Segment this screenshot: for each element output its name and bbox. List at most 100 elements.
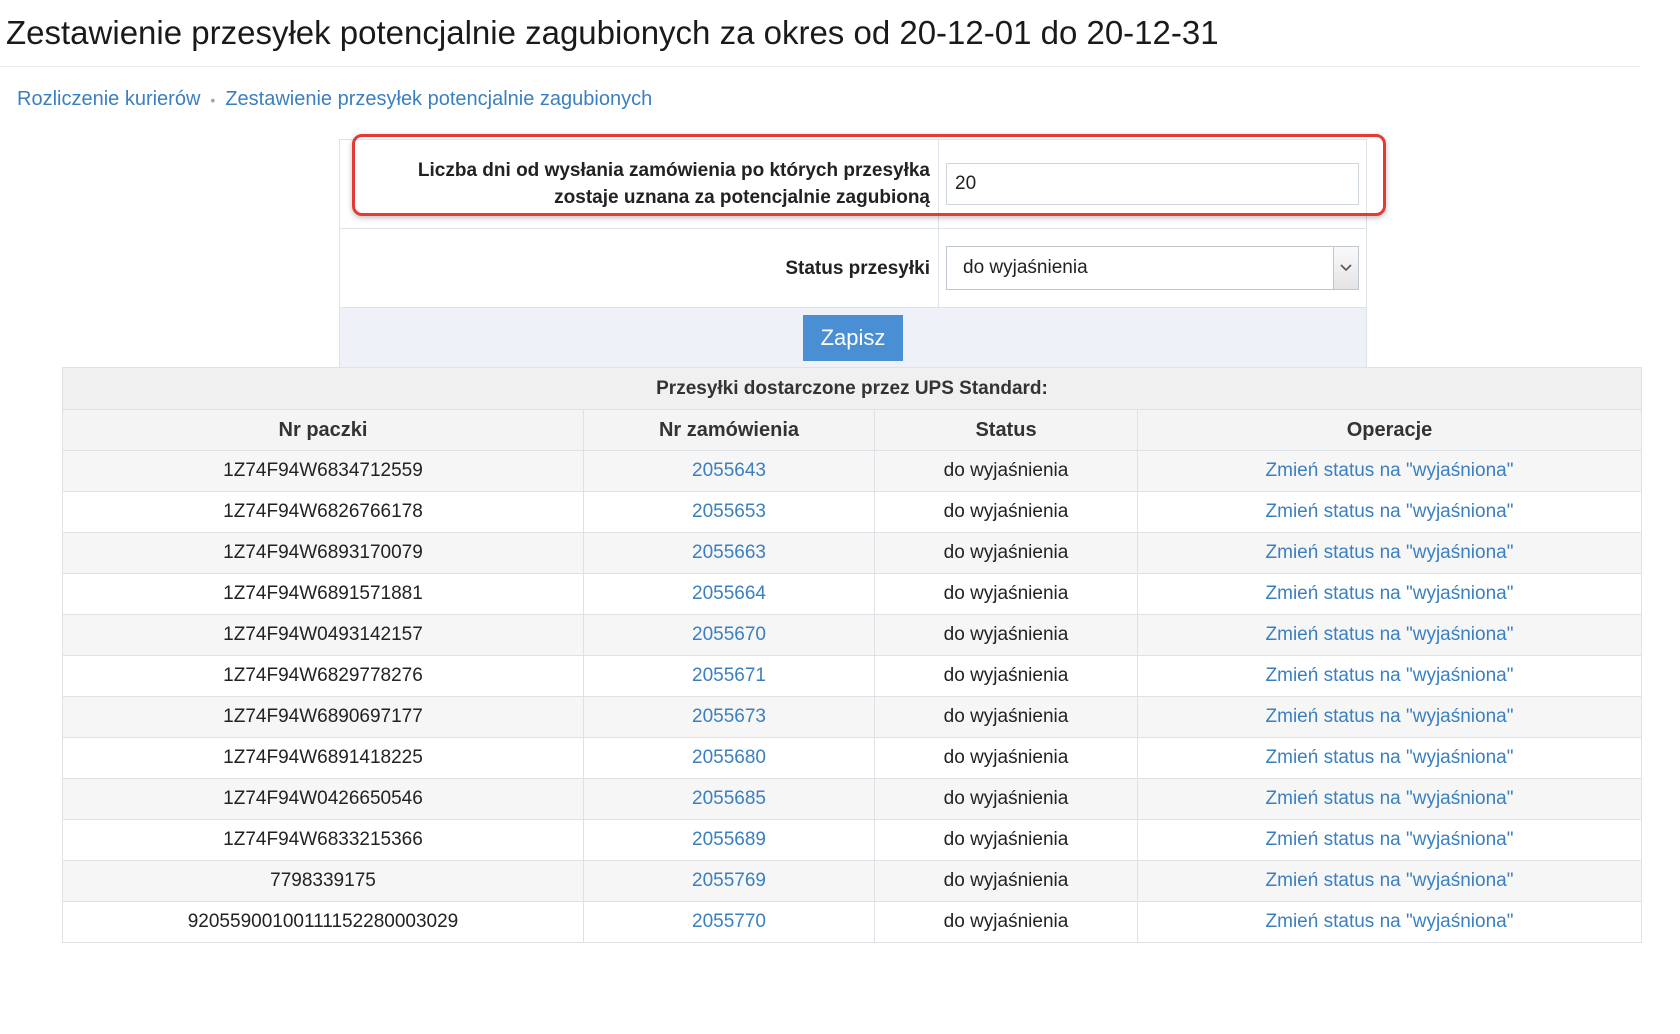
status-select[interactable]: do wyjaśnienia (946, 246, 1359, 290)
breadcrumb-separator: • (210, 91, 216, 108)
days-threshold-label-line2: zostaje uznana za potencjalnie zagubioną (554, 187, 930, 208)
table-row: 1Z74F94W6891571881 2055664 do wyjaśnienia Z… (62, 573, 1642, 615)
change-status-link[interactable]: Zmień status na "wyjaśniona" (1266, 624, 1514, 645)
table-body: 1Z74F94W6834712559 2055643 do wyjaśnienia Z… (62, 450, 1642, 943)
order-number-link[interactable]: 2055663 (692, 542, 766, 563)
package-number-cell: 1Z74F94W6893170079 (62, 532, 584, 574)
save-button[interactable]: Zapisz (802, 315, 904, 361)
order-number-cell: 2055769 (583, 860, 875, 902)
order-number-cell: 2055643 (583, 450, 875, 492)
operations-cell: Zmień status na "wyjaśniona" (1137, 901, 1642, 943)
operations-cell: Zmień status na "wyjaśniona" (1137, 614, 1642, 656)
table-row: 1Z74F94W0493142157 2055670 do wyjaśnienia Z… (62, 614, 1642, 656)
table-row: 1Z74F94W0426650546 2055685 do wyjaśnienia Z… (62, 778, 1642, 820)
order-number-link[interactable]: 2055680 (692, 747, 766, 768)
status-cell: do wyjaśnienia (874, 860, 1138, 902)
breadcrumb-link-courier-settlement[interactable]: Rozliczenie kurierów (17, 88, 200, 111)
settings-form: Liczba dni od wysłania zamówienia po któ… (339, 139, 1367, 369)
order-number-link[interactable]: 2055670 (692, 624, 766, 645)
order-number-link[interactable]: 2055689 (692, 829, 766, 850)
package-number-cell: 1Z74F94W6829778276 (62, 655, 584, 697)
operations-cell: Zmień status na "wyjaśniona" (1137, 819, 1642, 861)
table-row: 1Z74F94W6891418225 2055680 do wyjaśnienia Z… (62, 737, 1642, 779)
order-number-cell: 2055689 (583, 819, 875, 861)
order-number-link[interactable]: 2055643 (692, 460, 766, 481)
page-title: Zestawienie przesyłek potencjalnie zagub… (6, 14, 1219, 51)
table-row: 7798339175 2055769 do wyjaśnienia Zmień sta… (62, 860, 1642, 902)
order-number-link[interactable]: 2055664 (692, 583, 766, 604)
table-row: 1Z74F94W6890697177 2055673 do wyjaśnienia Z… (62, 696, 1642, 738)
column-header-status: Status (874, 409, 1138, 451)
status-cell: do wyjaśnienia (874, 655, 1138, 697)
order-number-cell: 2055663 (583, 532, 875, 574)
status-label: Status przesyłki (339, 228, 939, 308)
status-cell: do wyjaśnienia (874, 491, 1138, 533)
column-header-package: Nr paczki (62, 409, 584, 451)
operations-cell: Zmień status na "wyjaśniona" (1137, 532, 1642, 574)
package-number-cell: 92055900100111152280003029 (62, 901, 584, 943)
operations-cell: Zmień status na "wyjaśniona" (1137, 655, 1642, 697)
change-status-link[interactable]: Zmień status na "wyjaśniona" (1266, 747, 1514, 768)
operations-cell: Zmień status na "wyjaśniona" (1137, 737, 1642, 779)
order-number-link[interactable]: 2055653 (692, 501, 766, 522)
change-status-link[interactable]: Zmień status na "wyjaśniona" (1266, 583, 1514, 604)
change-status-link[interactable]: Zmień status na "wyjaśniona" (1266, 460, 1514, 481)
chevron-down-icon[interactable] (1333, 247, 1358, 289)
table-row: 1Z74F94W6834712559 2055643 do wyjaśnienia Z… (62, 450, 1642, 492)
operations-cell: Zmień status na "wyjaśniona" (1137, 860, 1642, 902)
status-cell: do wyjaśnienia (874, 450, 1138, 492)
order-number-cell: 2055685 (583, 778, 875, 820)
days-threshold-input[interactable] (946, 163, 1359, 205)
package-number-cell: 1Z74F94W6890697177 (62, 696, 584, 738)
table-row: 1Z74F94W6833215366 2055689 do wyjaśnienia Z… (62, 819, 1642, 861)
order-number-link[interactable]: 2055770 (692, 911, 766, 932)
submit-row: Zapisz (339, 307, 1367, 369)
change-status-link[interactable]: Zmień status na "wyjaśniona" (1266, 829, 1514, 850)
page: Zestawienie przesyłek potencjalnie zagub… (0, 0, 1680, 1034)
shipments-table: Przesyłki dostarczone przez UPS Standard… (62, 367, 1642, 943)
order-number-cell: 2055664 (583, 573, 875, 615)
column-header-operations: Operacje (1137, 409, 1642, 451)
package-number-cell: 7798339175 (62, 860, 584, 902)
operations-cell: Zmień status na "wyjaśniona" (1137, 696, 1642, 738)
order-number-cell: 2055670 (583, 614, 875, 656)
status-cell: do wyjaśnienia (874, 614, 1138, 656)
operations-cell: Zmień status na "wyjaśniona" (1137, 491, 1642, 533)
change-status-link[interactable]: Zmień status na "wyjaśniona" (1266, 788, 1514, 809)
days-threshold-row: Liczba dni od wysłania zamówienia po któ… (339, 139, 1367, 229)
breadcrumb: Rozliczenie kurierów • Zestawienie przes… (17, 88, 652, 111)
order-number-link[interactable]: 2055671 (692, 665, 766, 686)
order-number-cell: 2055680 (583, 737, 875, 779)
change-status-link[interactable]: Zmień status na "wyjaśniona" (1266, 706, 1514, 727)
package-number-cell: 1Z74F94W6834712559 (62, 450, 584, 492)
order-number-link[interactable]: 2055769 (692, 870, 766, 891)
table-caption-row: Przesyłki dostarczone przez UPS Standard… (62, 367, 1642, 410)
order-number-cell: 2055653 (583, 491, 875, 533)
breadcrumb-link-lost-shipments[interactable]: Zestawienie przesyłek potencjalnie zagub… (225, 88, 652, 111)
order-number-link[interactable]: 2055685 (692, 788, 766, 809)
status-cell: do wyjaśnienia (874, 819, 1138, 861)
package-number-cell: 1Z74F94W6891418225 (62, 737, 584, 779)
change-status-link[interactable]: Zmień status na "wyjaśniona" (1266, 501, 1514, 522)
change-status-link[interactable]: Zmień status na "wyjaśniona" (1266, 542, 1514, 563)
change-status-link[interactable]: Zmień status na "wyjaśniona" (1266, 665, 1514, 686)
change-status-link[interactable]: Zmień status na "wyjaśniona" (1266, 911, 1514, 932)
package-number-cell: 1Z74F94W6833215366 (62, 819, 584, 861)
order-number-link[interactable]: 2055673 (692, 706, 766, 727)
status-cell: do wyjaśnienia (874, 573, 1138, 615)
operations-cell: Zmień status na "wyjaśniona" (1137, 450, 1642, 492)
table-caption: Przesyłki dostarczone przez UPS Standard… (62, 367, 1642, 410)
package-number-cell: 1Z74F94W0493142157 (62, 614, 584, 656)
status-cell: do wyjaśnienia (874, 737, 1138, 779)
operations-cell: Zmień status na "wyjaśniona" (1137, 778, 1642, 820)
column-header-order: Nr zamówienia (583, 409, 875, 451)
status-row: Status przesyłki do wyjaśnienia (339, 228, 1367, 308)
status-cell: do wyjaśnienia (938, 228, 1367, 308)
days-threshold-label-line1: Liczba dni od wysłania zamówienia po któ… (417, 160, 930, 181)
days-threshold-cell (938, 139, 1367, 229)
change-status-link[interactable]: Zmień status na "wyjaśniona" (1266, 870, 1514, 891)
status-cell: do wyjaśnienia (874, 778, 1138, 820)
submit-cell: Zapisz (339, 307, 1367, 369)
operations-cell: Zmień status na "wyjaśniona" (1137, 573, 1642, 615)
table-row: 1Z74F94W6829778276 2055671 do wyjaśnienia Z… (62, 655, 1642, 697)
